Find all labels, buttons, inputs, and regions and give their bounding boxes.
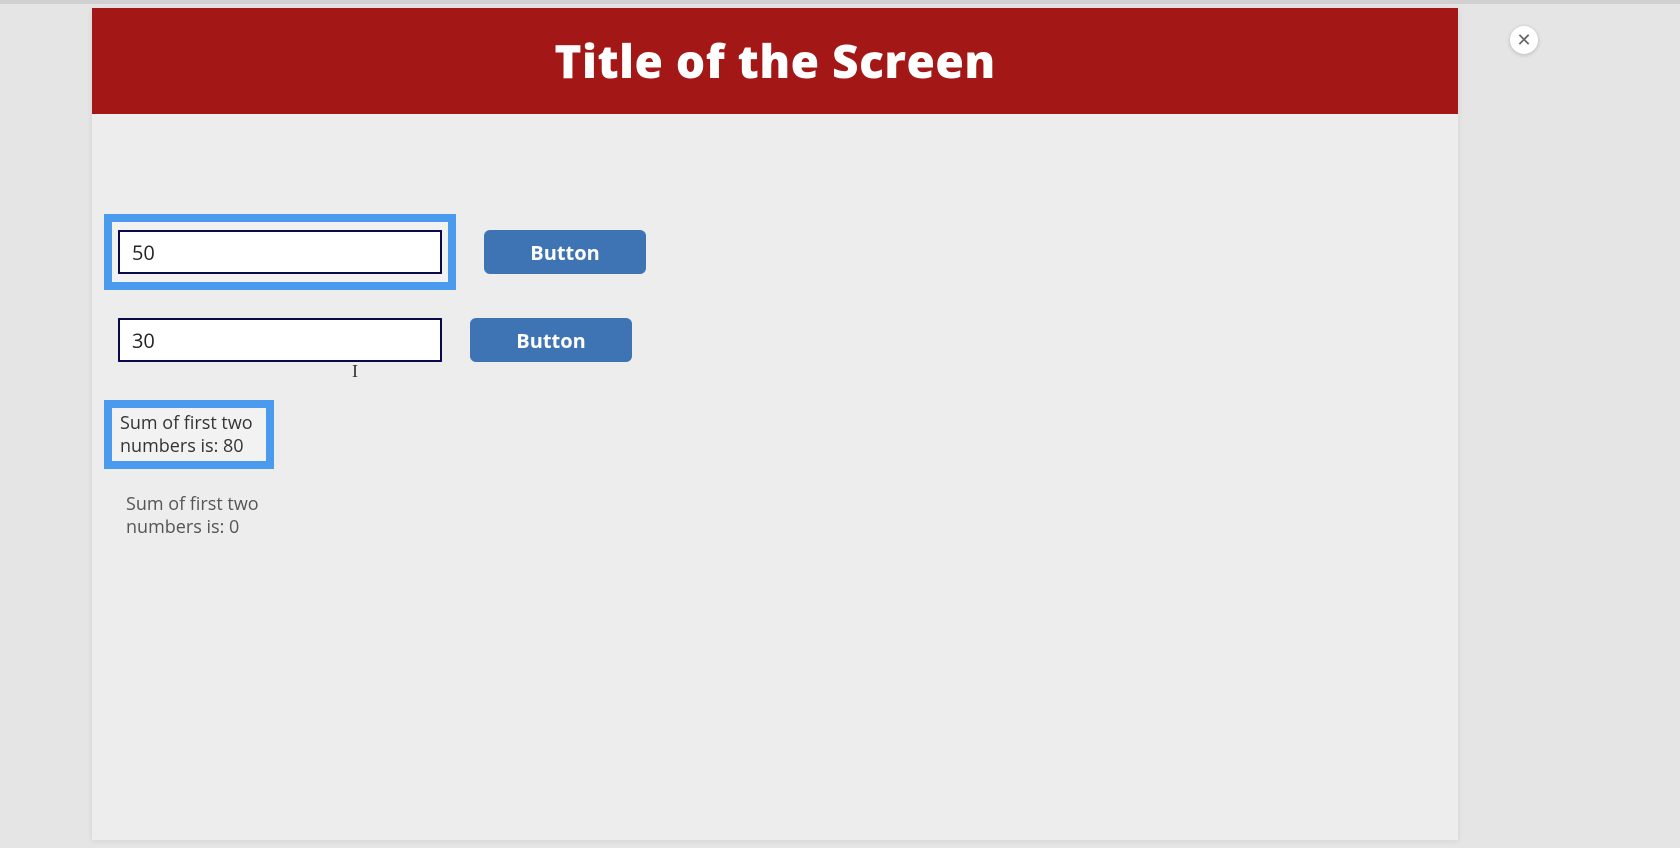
main-panel: Title of the Screen Button Button Sum of… xyxy=(92,8,1458,840)
result-secondary: Sum of first two numbers is: 0 xyxy=(126,493,276,540)
highlight-frame-input-1 xyxy=(104,214,456,290)
highlight-frame-result: Sum of first two numbers is: 80 xyxy=(104,400,274,469)
row-input-2: Button xyxy=(104,318,1458,362)
button-2[interactable]: Button xyxy=(470,318,632,362)
row-input-1: Button xyxy=(104,214,1458,290)
close-icon: ✕ xyxy=(1516,31,1531,49)
close-button[interactable]: ✕ xyxy=(1510,26,1538,54)
results-block: Sum of first two numbers is: 80 Sum of f… xyxy=(104,400,1458,540)
window-top-border xyxy=(0,0,1680,4)
button-1[interactable]: Button xyxy=(484,230,646,274)
title-bar: Title of the Screen xyxy=(92,8,1458,114)
screen-title: Title of the Screen xyxy=(554,30,995,92)
number-input-1[interactable] xyxy=(118,230,442,274)
number-input-2[interactable] xyxy=(118,318,442,362)
content-area: Button Button Sum of first two numbers i… xyxy=(92,114,1458,540)
result-primary: Sum of first two numbers is: 80 xyxy=(120,412,258,459)
